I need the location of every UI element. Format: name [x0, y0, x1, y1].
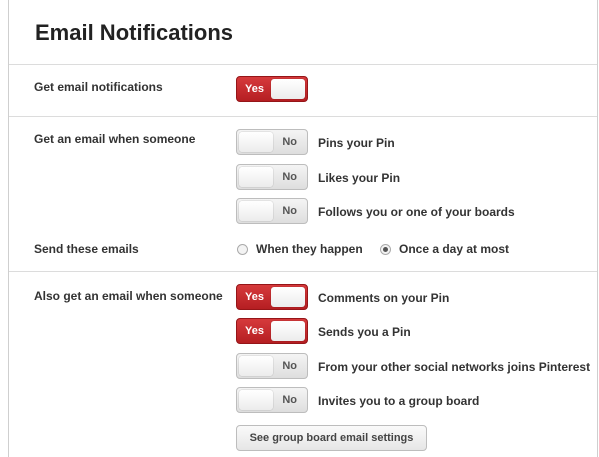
group-board-invite-label: Invites you to a group board [318, 394, 480, 408]
comments-on-pin-toggle[interactable]: Yes [236, 284, 308, 310]
sends-you-pin-label: Sends you a Pin [318, 325, 411, 339]
comments-on-pin-label: Comments on your Pin [318, 291, 450, 305]
toggle-text: No [282, 394, 297, 406]
divider [9, 116, 597, 117]
radio-label: When they happen [256, 242, 363, 256]
toggle-knob [271, 287, 305, 307]
radio-once-a-day[interactable]: Once a day at most [380, 242, 509, 256]
follows-you-toggle[interactable]: No [236, 198, 308, 224]
pins-your-pin-toggle[interactable]: No [236, 129, 308, 155]
likes-your-pin-toggle[interactable]: No [236, 164, 308, 190]
when-someone-label: Get an email when someone [34, 132, 196, 146]
toggle-text: No [282, 136, 297, 148]
toggle-text: Yes [245, 83, 264, 95]
divider [9, 271, 597, 272]
send-emails-label: Send these emails [34, 242, 139, 256]
group-board-settings-button[interactable]: See group board email settings [236, 425, 427, 451]
toggle-knob [239, 167, 273, 187]
sends-you-pin-toggle[interactable]: Yes [236, 318, 308, 344]
toggle-text: No [282, 360, 297, 372]
also-when-someone-label: Also get an email when someone [34, 289, 223, 303]
social-networks-label: From your other social networks joins Pi… [318, 360, 591, 374]
pins-your-pin-label: Pins your Pin [318, 136, 395, 150]
get-notifications-label: Get email notifications [34, 80, 163, 94]
toggle-knob [239, 390, 273, 410]
radio-button[interactable] [237, 243, 248, 255]
toggle-text: Yes [245, 291, 264, 303]
toggle-knob [271, 79, 305, 99]
toggle-knob [239, 132, 273, 152]
toggle-knob [239, 356, 273, 376]
email-notifications-panel: Email Notifications Get email notificati… [8, 0, 598, 457]
social-networks-toggle[interactable]: No [236, 353, 308, 379]
toggle-text: No [282, 171, 297, 183]
follows-you-label: Follows you or one of your boards [318, 205, 515, 219]
radio-label: Once a day at most [399, 242, 510, 256]
group-board-invite-toggle[interactable]: No [236, 387, 308, 413]
likes-your-pin-label: Likes your Pin [318, 171, 401, 185]
radio-when-they-happen[interactable]: When they happen [237, 242, 363, 256]
toggle-text: No [282, 205, 297, 217]
toggle-knob [239, 201, 273, 221]
toggle-knob [271, 321, 305, 341]
radio-button-selected[interactable] [380, 243, 391, 255]
page-title: Email Notifications [35, 20, 234, 45]
divider [9, 64, 597, 65]
get-notifications-toggle[interactable]: Yes [236, 76, 308, 102]
toggle-text: Yes [245, 325, 264, 337]
